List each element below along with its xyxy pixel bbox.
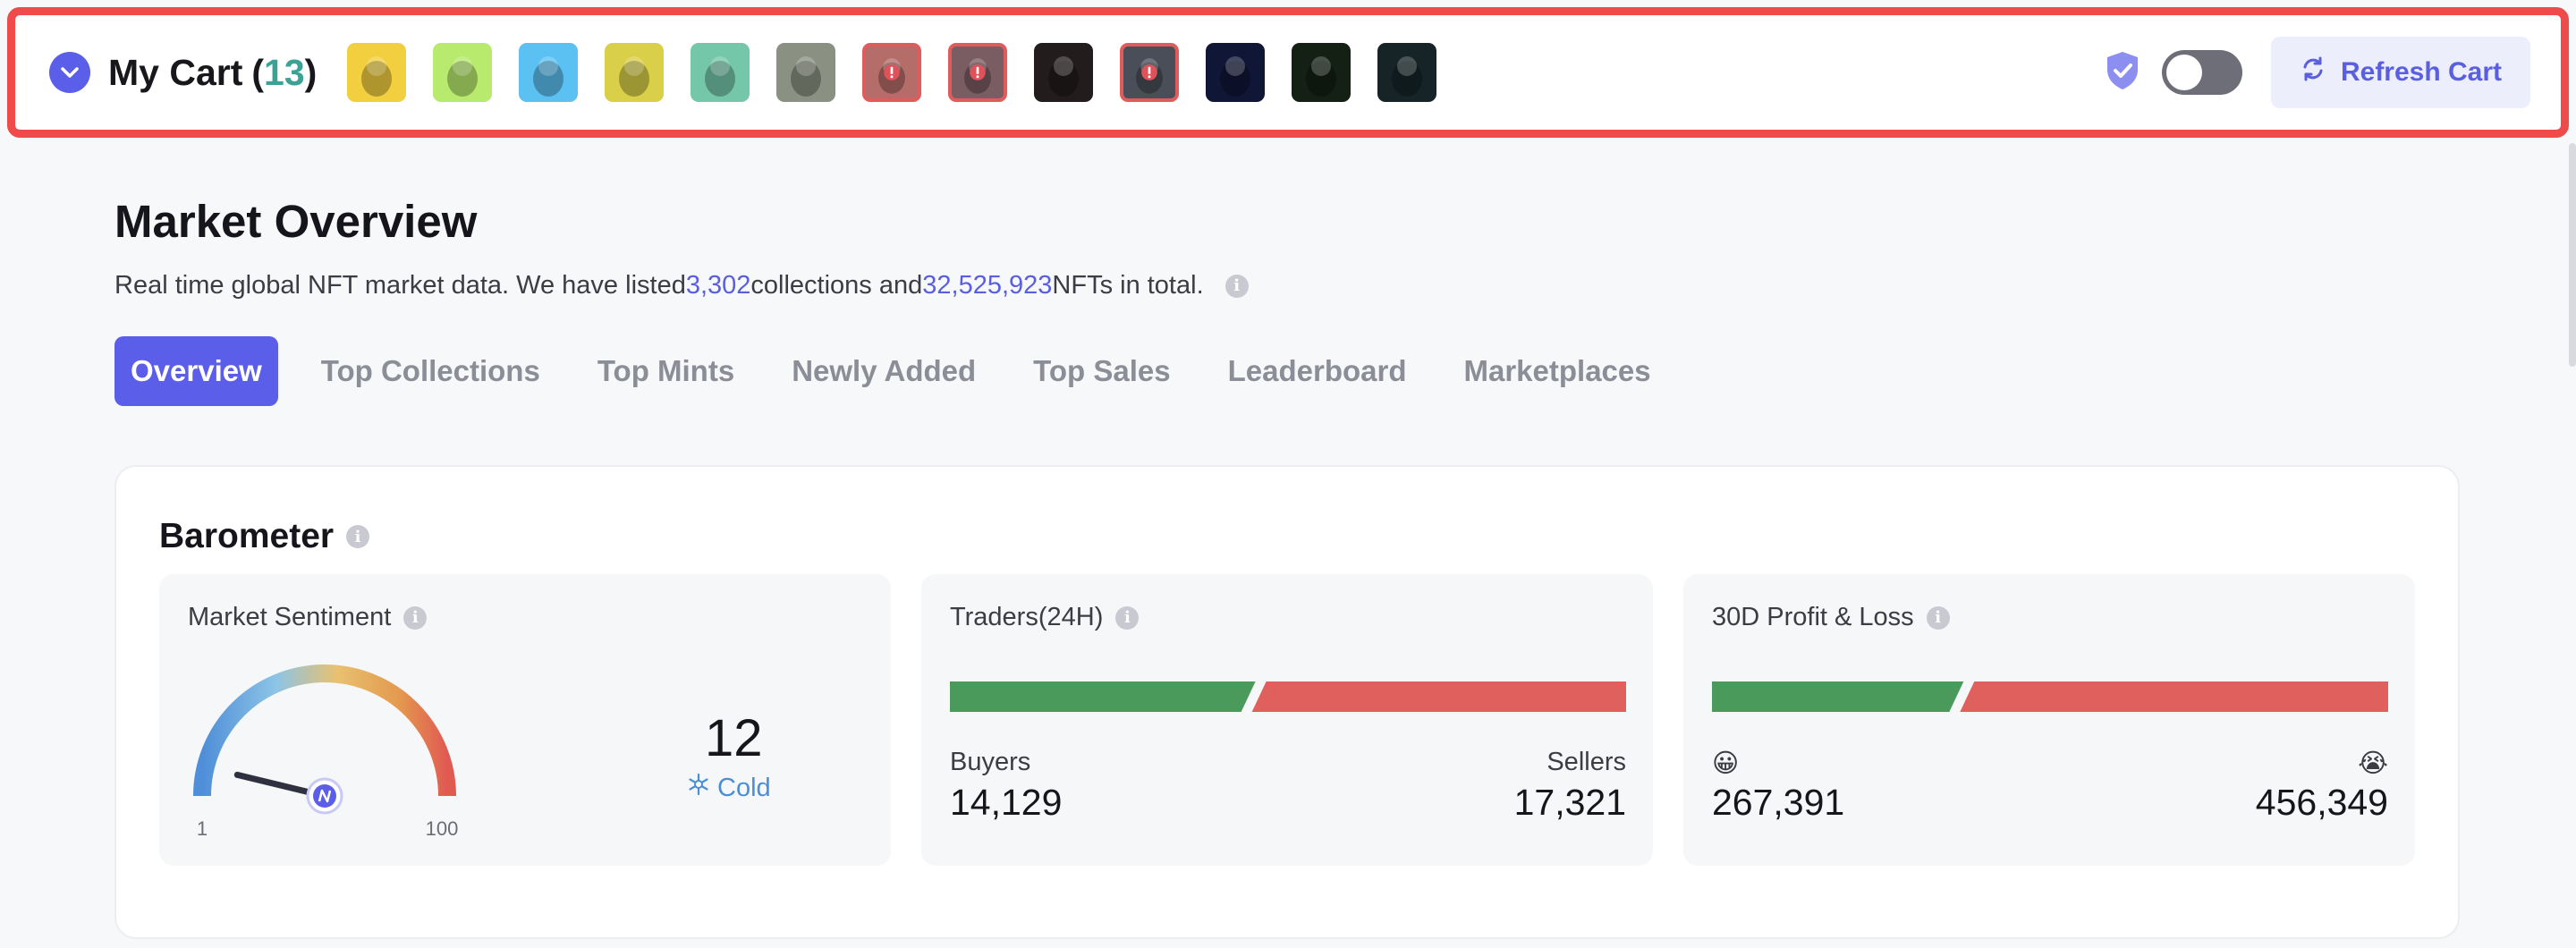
cart-count: 13 — [264, 51, 305, 93]
profit-loss-title-text: 30D Profit & Loss — [1712, 603, 1914, 631]
info-icon[interactable]: i — [403, 605, 428, 630]
info-icon[interactable]: i — [1224, 274, 1249, 298]
nft-ape-flagged-thumb[interactable] — [948, 43, 1008, 102]
barometer-title: Barometer i — [159, 517, 370, 556]
market-subtitle: Real time global NFT market data. We hav… — [114, 271, 1249, 300]
profit-loss-ratio-bar — [1712, 681, 2388, 712]
buyers-bar — [950, 681, 1256, 712]
info-icon[interactable]: i — [1926, 605, 1950, 630]
loss-emoji: 😭 — [2358, 749, 2388, 778]
nft-green-thumb[interactable] — [1292, 43, 1352, 102]
subtitle-mid: collections and — [750, 271, 923, 300]
subtitle-suffix: NFTs in total. — [1052, 271, 1204, 300]
market-sentiment-title: Market Sentiment i — [188, 603, 428, 632]
cart-bar: My Cart ( 13 ) Refresh Cart — [7, 7, 2569, 138]
sentiment-value: 12 — [705, 709, 763, 767]
market-sentiment-label: Market Sentiment — [188, 603, 392, 631]
tab-overview[interactable]: Overview — [114, 336, 278, 406]
traders-title-text: Traders(24H) — [950, 603, 1104, 631]
cart-open-paren: ( — [251, 51, 265, 93]
chevron-down-icon[interactable] — [49, 52, 90, 93]
barometer-title-text: Barometer — [159, 517, 335, 555]
refresh-cart-label: Refresh Cart — [2340, 57, 2503, 87]
toggle-knob — [2166, 55, 2202, 90]
nfts-count: 32,525,923 — [922, 271, 1053, 300]
nft-hooded-green-thumb[interactable] — [433, 43, 493, 102]
tab-top-sales[interactable]: Top Sales — [1033, 354, 1170, 388]
nft-ape-teal-thumb[interactable] — [691, 43, 750, 102]
nft-hooded-blue-thumb[interactable] — [519, 43, 579, 102]
refresh-icon — [2300, 55, 2326, 89]
page-scrollbar[interactable] — [2569, 143, 2576, 367]
nft-ape-flagged-thumb[interactable] — [862, 43, 922, 102]
tab-top-collections[interactable]: Top Collections — [321, 354, 540, 388]
traders-panel: Traders(24H) i Buyers Sellers 14,129 17,… — [921, 574, 1653, 866]
refresh-cart-button[interactable]: Refresh Cart — [2271, 37, 2530, 108]
gauge-max: 100 — [426, 817, 459, 840]
cart-close-paren: ) — [304, 51, 318, 93]
collections-count: 3,302 — [685, 271, 751, 300]
page-title: Market Overview — [114, 196, 478, 247]
nft-space-thumb[interactable] — [1206, 43, 1266, 102]
sellers-label: Sellers — [1546, 748, 1626, 776]
nft-dark-flagged-thumb[interactable] — [1120, 43, 1180, 102]
sentiment-label: Cold — [687, 773, 771, 803]
tab-leaderboard[interactable]: Leaderboard — [1228, 354, 1407, 388]
sellers-bar — [1251, 681, 1626, 712]
profit-emoji: 😀 — [1712, 749, 1740, 778]
traders-title: Traders(24H) i — [950, 603, 1140, 632]
buyers-value: 14,129 — [950, 782, 1063, 823]
cart-toggle[interactable] — [2162, 50, 2242, 95]
snowflake-icon — [687, 773, 710, 803]
market-sentiment-panel: Market Sentiment i 1 100 12 Cold — [159, 574, 891, 866]
tab-marketplaces[interactable]: Marketplaces — [1464, 354, 1651, 388]
buyers-label: Buyers — [950, 748, 1031, 776]
nft-dark-thumb[interactable] — [1034, 43, 1094, 102]
sentiment-label-text: Cold — [717, 773, 771, 802]
loss-value: 456,349 — [2255, 782, 2388, 823]
info-icon[interactable]: i — [1115, 605, 1140, 630]
nft-ape-gray-thumb[interactable] — [776, 43, 836, 102]
gauge-min: 1 — [197, 817, 208, 840]
tab-newly-added[interactable]: Newly Added — [792, 354, 976, 388]
profit-loss-title: 30D Profit & Loss i — [1712, 603, 1950, 632]
profit-value: 267,391 — [1712, 782, 1845, 823]
cart-items — [347, 43, 1437, 102]
profit-bar — [1712, 681, 1964, 712]
nft-ape-yellow-thumb[interactable] — [605, 43, 665, 102]
sentiment-gauge: 1 100 — [193, 664, 459, 840]
traders-ratio-bar — [950, 681, 1626, 712]
shield-check-icon — [2105, 50, 2140, 96]
tab-top-mints[interactable]: Top Mints — [597, 354, 734, 388]
nft-pepe-thumb[interactable] — [347, 43, 407, 102]
subtitle-prefix: Real time global NFT market data. We hav… — [114, 271, 686, 300]
market-tabs: Overview Top Collections Top Mints Newly… — [114, 336, 1708, 406]
cart-title-label: My Cart — [108, 51, 243, 93]
loss-bar — [1960, 681, 2388, 712]
nft-cube-thumb[interactable] — [1377, 43, 1437, 102]
barometer-card: Barometer i Market Sentiment i 1 100 12 … — [114, 465, 2460, 939]
sellers-value: 17,321 — [1513, 782, 1626, 823]
profit-loss-panel: 30D Profit & Loss i 😀 😭 267,391 456,349 — [1683, 574, 2415, 866]
info-icon[interactable]: i — [346, 525, 370, 548]
cart-title: My Cart ( 13 ) — [108, 52, 317, 94]
